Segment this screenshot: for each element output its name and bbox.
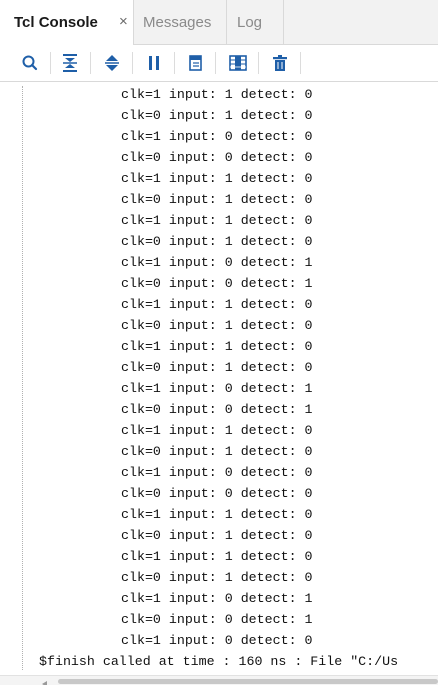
console-line: clk=0 input: 0 detect: 1 bbox=[121, 402, 313, 417]
tab-tcl-console-label: Tcl Console bbox=[14, 14, 98, 31]
console-line: clk=1 input: 1 detect: 0 bbox=[121, 339, 313, 354]
scrollbar-thumb[interactable] bbox=[58, 679, 438, 684]
console-line: clk=0 input: 0 detect: 1 bbox=[121, 612, 313, 627]
tab-log-label: Log bbox=[237, 13, 263, 31]
toolbar-separator bbox=[215, 52, 216, 74]
horizontal-scrollbar[interactable] bbox=[0, 675, 438, 685]
console-line: clk=0 input: 1 detect: 0 bbox=[121, 570, 313, 585]
console-line: clk=0 input: 1 detect: 0 bbox=[121, 192, 313, 207]
toolbar-separator bbox=[300, 52, 301, 74]
console-line: clk=1 input: 1 detect: 0 bbox=[121, 549, 313, 564]
console-line: clk=0 input: 0 detect: 1 bbox=[121, 276, 313, 291]
console-line: clk=1 input: 1 detect: 0 bbox=[121, 171, 313, 186]
scroll-left-icon[interactable] bbox=[40, 676, 52, 685]
console-line: clk=1 input: 1 detect: 0 bbox=[121, 87, 313, 102]
collapse-all-icon[interactable] bbox=[58, 51, 82, 75]
finish-message: $finish called at time : 160 ns : File "… bbox=[39, 654, 399, 669]
console-line: clk=1 input: 1 detect: 0 bbox=[121, 507, 313, 522]
columns-icon[interactable] bbox=[226, 51, 250, 75]
console-line: clk=0 input: 0 detect: 0 bbox=[121, 486, 313, 501]
console-toolbar bbox=[0, 45, 438, 82]
tcl-console-window: Tcl Console × Messages Log clk=1 input: … bbox=[0, 0, 438, 685]
console-line: clk=0 input: 1 detect: 0 bbox=[121, 108, 313, 123]
toolbar-separator bbox=[50, 52, 51, 74]
console-line: clk=1 input: 0 detect: 0 bbox=[121, 129, 313, 144]
console-line: clk=1 input: 0 detect: 1 bbox=[121, 255, 313, 270]
tab-messages-label: Messages bbox=[143, 13, 212, 31]
search-icon[interactable] bbox=[18, 51, 42, 75]
console-output[interactable]: clk=1 input: 1 detect: 0 clk=0 input: 1 d… bbox=[0, 82, 438, 674]
console-line: clk=0 input: 1 detect: 0 bbox=[121, 444, 313, 459]
console-line: clk=0 input: 1 detect: 0 bbox=[121, 318, 313, 333]
tab-messages[interactable]: Messages bbox=[135, 0, 227, 44]
console-line: clk=0 input: 1 detect: 0 bbox=[121, 360, 313, 375]
tab-tcl-console[interactable]: Tcl Console × bbox=[0, 0, 134, 45]
console-line: clk=0 input: 1 detect: 0 bbox=[121, 234, 313, 249]
console-line: clk=1 input: 0 detect: 1 bbox=[121, 591, 313, 606]
pause-icon[interactable] bbox=[142, 51, 166, 75]
toolbar-separator bbox=[132, 52, 133, 74]
console-line: clk=1 input: 0 detect: 1 bbox=[121, 381, 313, 396]
toolbar-separator bbox=[174, 52, 175, 74]
expand-all-icon[interactable] bbox=[100, 51, 124, 75]
toolbar-separator bbox=[258, 52, 259, 74]
console-line: clk=1 input: 1 detect: 0 bbox=[121, 423, 313, 438]
tab-bar: Tcl Console × Messages Log bbox=[0, 0, 438, 45]
tab-close-icon[interactable]: × bbox=[119, 13, 128, 30]
gutter-guide bbox=[22, 86, 23, 670]
console-line: clk=0 input: 1 detect: 0 bbox=[121, 528, 313, 543]
delete-icon[interactable] bbox=[268, 51, 292, 75]
console-line: clk=1 input: 0 detect: 0 bbox=[121, 465, 313, 480]
console-line: clk=1 input: 1 detect: 0 bbox=[121, 297, 313, 312]
console-line: clk=1 input: 0 detect: 0 bbox=[121, 633, 313, 648]
console-line: clk=0 input: 0 detect: 0 bbox=[121, 150, 313, 165]
console-line: clk=1 input: 1 detect: 0 bbox=[121, 213, 313, 228]
copy-icon[interactable] bbox=[184, 51, 208, 75]
toolbar-separator bbox=[90, 52, 91, 74]
tab-log[interactable]: Log bbox=[228, 0, 284, 44]
